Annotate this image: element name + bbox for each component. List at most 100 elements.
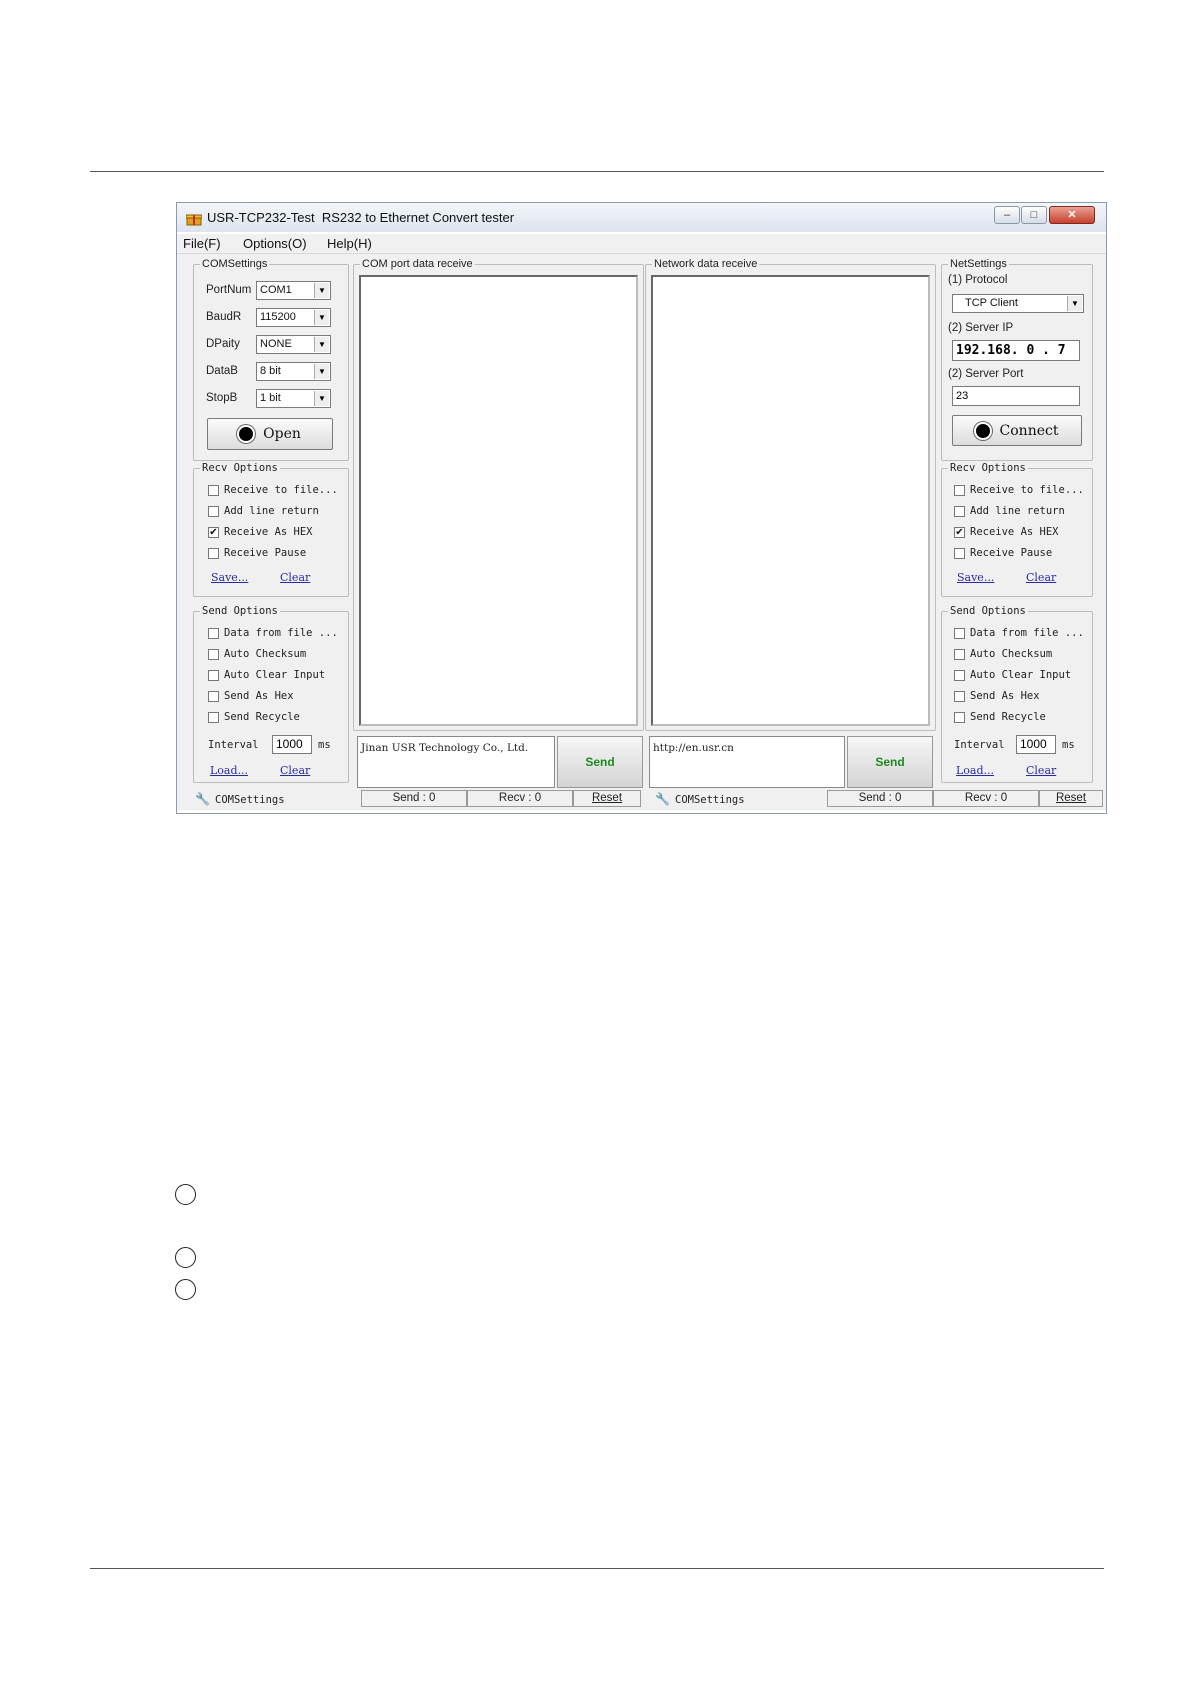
menu-bar: File(F) Options(O) Help(H)	[177, 234, 1106, 254]
radio-dot-icon	[239, 427, 254, 441]
app-icon	[186, 214, 202, 226]
com-receive-title: COM port data receive	[360, 257, 475, 271]
databits-label: DataB	[206, 365, 238, 377]
maximize-button[interactable]: □	[1021, 206, 1047, 224]
send-options-left-group: Send Options Data from file ... Auto Che…	[193, 604, 349, 783]
menu-options[interactable]: Options(O)	[243, 236, 307, 251]
protocol-label: (1) Protocol	[948, 274, 1008, 286]
list-marker-circle	[175, 1279, 196, 1300]
right-status-label: COMSettings	[675, 794, 745, 806]
left-send-clear-link[interactable]: Clear	[280, 764, 310, 777]
net-receive-group: Network data receive	[645, 257, 936, 731]
server-port-input[interactable]: 23	[952, 386, 1080, 406]
recv-options-right-group: Recv Options Receive to file... Add line…	[941, 461, 1093, 597]
left-data-from-file-checkbox[interactable]: Data from file ...	[208, 627, 338, 639]
com-settings-title: COMSettings	[200, 257, 270, 271]
connect-button[interactable]: Connect	[952, 415, 1082, 446]
open-button[interactable]: Open	[207, 418, 333, 450]
header-rule	[90, 171, 1104, 172]
stopbits-select[interactable]: 1 bit ▼	[256, 389, 331, 408]
recv-options-left-title: Recv Options	[200, 461, 280, 475]
net-settings-group: NetSettings (1) Protocol TCP Client ▼ (2)…	[941, 257, 1093, 461]
right-recv-save-link[interactable]: Save...	[957, 571, 994, 584]
server-ip-input[interactable]: 192.168. 0 . 7	[952, 340, 1080, 361]
right-recv-clear-link[interactable]: Clear	[1026, 571, 1056, 584]
left-send-as-hex-checkbox[interactable]: Send As Hex	[208, 690, 294, 702]
menu-help[interactable]: Help(H)	[327, 236, 372, 251]
right-interval-input[interactable]: 1000	[1016, 735, 1056, 754]
right-auto-clear-input-checkbox[interactable]: Auto Clear Input	[954, 669, 1071, 681]
left-interval-label: Interval	[208, 739, 259, 751]
window-client: COMSettings PortNum COM1 ▼ BaudR 115200 ▼ …	[177, 254, 1106, 810]
chevron-down-icon: ▼	[314, 283, 329, 298]
databits-select[interactable]: 8 bit ▼	[256, 362, 331, 381]
com-receive-area[interactable]	[359, 275, 638, 726]
com-settings-group: COMSettings PortNum COM1 ▼ BaudR 115200 ▼ …	[193, 257, 349, 461]
com-receive-group: COM port data receive	[353, 257, 644, 731]
right-interval-unit: ms	[1062, 739, 1075, 751]
left-status-label: COMSettings	[215, 794, 285, 806]
right-send-recycle-checkbox[interactable]: Send Recycle	[954, 711, 1046, 723]
chevron-down-icon: ▼	[314, 310, 329, 325]
document-page: USR-TCP232-Test RS232 to Ethernet Conver…	[0, 0, 1191, 1684]
chevron-down-icon: ▼	[314, 337, 329, 352]
right-send-clear-link[interactable]: Clear	[1026, 764, 1056, 777]
left-receive-to-file-checkbox[interactable]: Receive to file...	[208, 484, 338, 496]
list-marker-circle	[175, 1184, 196, 1205]
stopbits-label: StopB	[206, 392, 238, 404]
right-receive-to-file-checkbox[interactable]: Receive to file...	[954, 484, 1084, 496]
left-receive-pause-checkbox[interactable]: Receive Pause	[208, 547, 306, 559]
right-receive-pause-checkbox[interactable]: Receive Pause	[954, 547, 1052, 559]
parity-label: DPaity	[206, 338, 240, 350]
left-receive-as-hex-checkbox[interactable]: ✔ Receive As HEX	[208, 526, 313, 538]
right-data-from-file-checkbox[interactable]: Data from file ...	[954, 627, 1084, 639]
portnum-label: PortNum	[206, 284, 252, 296]
net-send-button[interactable]: Send	[847, 736, 933, 788]
title-bar: USR-TCP232-Test RS232 to Ethernet Conver…	[177, 203, 1106, 232]
left-add-line-return-checkbox[interactable]: Add line return	[208, 505, 319, 517]
left-recv-count: Recv : 0	[467, 790, 573, 807]
net-send-input[interactable]: http://en.usr.cn	[649, 736, 845, 788]
server-port-label: (2) Server Port	[948, 368, 1024, 380]
minimize-button[interactable]: –	[994, 206, 1020, 224]
parity-select[interactable]: NONE ▼	[256, 335, 331, 354]
chevron-down-icon: ▼	[314, 364, 329, 379]
right-recv-count: Recv : 0	[933, 790, 1039, 807]
check-icon: ✔	[208, 526, 219, 538]
chevron-down-icon: ▼	[314, 391, 329, 406]
right-send-load-link[interactable]: Load...	[956, 764, 994, 777]
window-title: USR-TCP232-Test RS232 to Ethernet Conver…	[207, 210, 515, 225]
left-auto-checksum-checkbox[interactable]: Auto Checksum	[208, 648, 306, 660]
right-send-count: Send : 0	[827, 790, 933, 807]
left-send-load-link[interactable]: Load...	[210, 764, 248, 777]
com-send-input[interactable]: Jinan USR Technology Co., Ltd.	[357, 736, 555, 788]
right-receive-as-hex-checkbox[interactable]: ✔ Receive As HEX	[954, 526, 1059, 538]
right-send-as-hex-checkbox[interactable]: Send As Hex	[954, 690, 1040, 702]
left-reset-button[interactable]: Reset	[573, 790, 641, 807]
footer-rule	[90, 1568, 1104, 1569]
com-send-button[interactable]: Send	[557, 736, 643, 788]
baudrate-select[interactable]: 115200 ▼	[256, 308, 331, 327]
left-send-recycle-checkbox[interactable]: Send Recycle	[208, 711, 300, 723]
radio-dot-icon	[975, 423, 990, 438]
right-auto-checksum-checkbox[interactable]: Auto Checksum	[954, 648, 1052, 660]
right-reset-button[interactable]: Reset	[1039, 790, 1103, 807]
right-interval-label: Interval	[954, 739, 1005, 751]
protocol-select[interactable]: TCP Client ▼	[952, 294, 1084, 313]
menu-file[interactable]: File(F)	[183, 236, 221, 251]
check-icon: ✔	[954, 526, 965, 538]
send-options-left-title: Send Options	[200, 604, 280, 618]
net-receive-title: Network data receive	[652, 257, 760, 271]
left-interval-unit: ms	[318, 739, 331, 751]
recv-options-left-group: Recv Options Receive to file... Add line…	[193, 461, 349, 597]
left-recv-clear-link[interactable]: Clear	[280, 571, 310, 584]
right-add-line-return-checkbox[interactable]: Add line return	[954, 505, 1065, 517]
portnum-select[interactable]: COM1 ▼	[256, 281, 331, 300]
net-settings-title: NetSettings	[948, 257, 1009, 271]
left-auto-clear-input-checkbox[interactable]: Auto Clear Input	[208, 669, 325, 681]
left-interval-input[interactable]: 1000	[272, 735, 312, 754]
send-options-right-title: Send Options	[948, 604, 1028, 618]
close-button[interactable]: ✕	[1049, 206, 1095, 224]
net-receive-area[interactable]	[651, 275, 930, 726]
left-recv-save-link[interactable]: Save...	[211, 571, 248, 584]
